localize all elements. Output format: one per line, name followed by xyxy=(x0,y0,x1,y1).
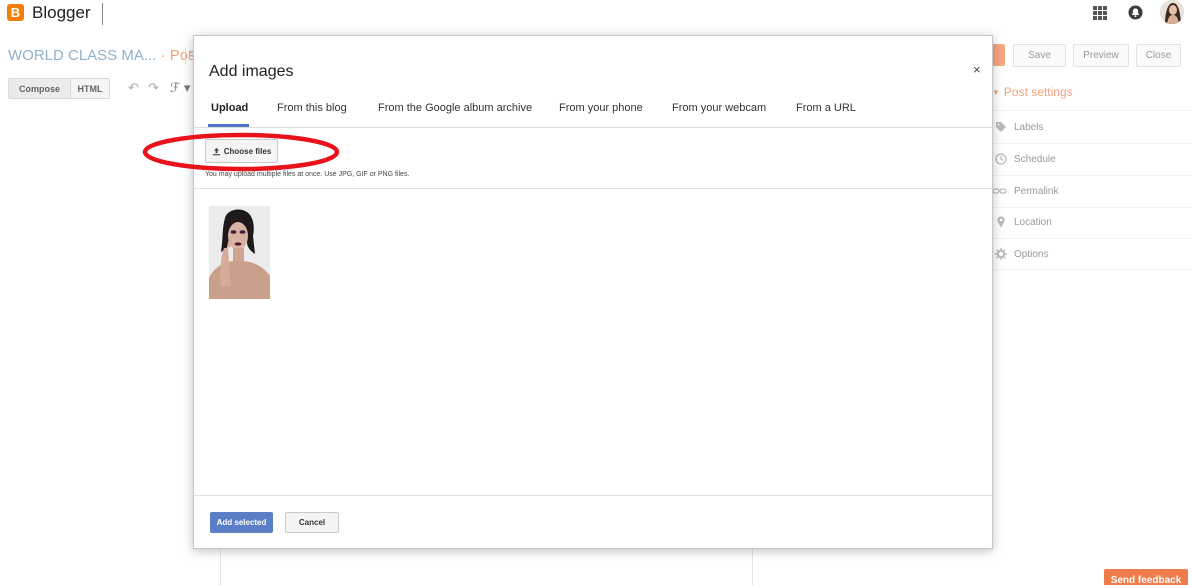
html-mode-button[interactable]: HTML xyxy=(71,79,109,98)
tab-google-album-archive[interactable]: From the Google album archive xyxy=(378,102,532,114)
upload-hint: You may upload multiple files at once. U… xyxy=(205,171,410,178)
divider xyxy=(194,495,992,496)
divider xyxy=(992,269,1192,270)
editor-mode-toggle: Compose HTML xyxy=(8,78,110,99)
settings-item-label: Options xyxy=(1014,248,1049,260)
tab-upload[interactable]: Upload xyxy=(211,102,248,114)
undo-icon[interactable]: ↶ xyxy=(128,80,139,96)
settings-item-label: Schedule xyxy=(1014,153,1056,165)
choose-files-button[interactable]: Choose files xyxy=(205,139,278,163)
settings-item-options[interactable]: Options xyxy=(995,248,1048,260)
blog-name[interactable]: WORLD CLASS MA... xyxy=(8,47,156,64)
source-tabs: Upload From this blog From the Google al… xyxy=(194,96,992,128)
post-settings-header[interactable]: ▼ Post settings xyxy=(992,85,1073,99)
editor-body-border xyxy=(752,548,753,585)
settings-item-location[interactable]: Location xyxy=(995,216,1052,228)
add-selected-button[interactable]: Add selected xyxy=(210,512,273,533)
settings-item-label: Location xyxy=(1014,216,1052,228)
choose-files-label: Choose files xyxy=(223,146,272,156)
settings-item-label: Permalink xyxy=(1014,185,1059,197)
divider xyxy=(194,188,992,189)
tab-from-your-phone[interactable]: From your phone xyxy=(559,102,643,114)
send-feedback-button[interactable]: Send feedback xyxy=(1104,569,1188,585)
post-settings-title: Post settings xyxy=(1003,85,1073,99)
uploaded-image-thumbnail[interactable] xyxy=(209,206,270,299)
link-icon xyxy=(992,188,1007,194)
clock-icon xyxy=(995,153,1007,165)
divider xyxy=(992,238,1192,239)
settings-item-labels[interactable]: Labels xyxy=(995,121,1043,133)
divider xyxy=(992,110,1192,111)
save-button[interactable]: Save xyxy=(1013,44,1066,67)
upload-icon xyxy=(212,147,220,155)
active-tab-indicator xyxy=(208,124,249,127)
editor-body-border xyxy=(220,548,221,585)
settings-item-schedule[interactable]: Schedule xyxy=(995,153,1056,165)
tab-from-this-blog[interactable]: From this blog xyxy=(277,102,347,114)
cancel-button[interactable]: Cancel xyxy=(285,512,339,533)
post-title: WORLD CLASS MA... · Post xyxy=(8,47,200,64)
divider xyxy=(992,175,1192,176)
app-header: B Blogger xyxy=(0,0,1192,30)
preview-button[interactable]: Preview xyxy=(1073,44,1129,67)
close-button[interactable]: Close xyxy=(1136,44,1181,67)
tab-from-your-webcam[interactable]: From your webcam xyxy=(672,102,766,114)
compose-mode-button[interactable]: Compose xyxy=(9,79,71,98)
dialog-title: Add images xyxy=(209,63,294,80)
divider xyxy=(992,143,1192,144)
account-avatar[interactable] xyxy=(1160,0,1184,24)
divider xyxy=(992,207,1192,208)
close-icon[interactable]: × xyxy=(973,62,981,77)
publish-button[interactable] xyxy=(993,44,1005,66)
font-family-icon[interactable]: ℱ ▾ xyxy=(170,80,190,96)
portrait-image xyxy=(209,206,270,299)
settings-item-permalink[interactable]: Permalink xyxy=(992,185,1058,197)
redo-icon[interactable]: ↷ xyxy=(148,80,159,96)
tab-from-a-url[interactable]: From a URL xyxy=(796,102,856,114)
header-divider xyxy=(102,3,103,25)
apps-grid-icon[interactable] xyxy=(1093,6,1107,20)
notifications-icon[interactable] xyxy=(1128,5,1143,20)
blogger-logo-icon[interactable]: B xyxy=(7,4,24,21)
caret-down-icon: ▼ xyxy=(992,88,1000,97)
add-images-dialog: Add images × Upload From this blog From … xyxy=(193,35,993,549)
gear-icon xyxy=(995,248,1007,260)
settings-item-label: Labels xyxy=(1014,121,1044,133)
app-name[interactable]: Blogger xyxy=(32,3,91,23)
tag-icon xyxy=(996,122,1006,132)
pin-icon xyxy=(997,216,1005,228)
